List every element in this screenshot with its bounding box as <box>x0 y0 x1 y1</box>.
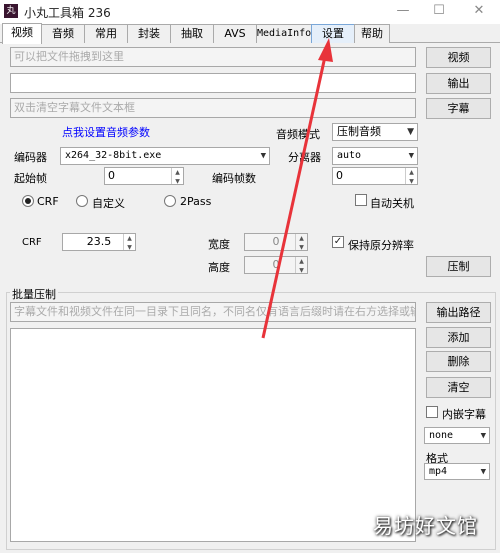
arrow-head-icon <box>318 38 333 62</box>
arrow-shaft <box>261 51 328 339</box>
annotation-arrow <box>261 38 333 339</box>
watermark-text: 易坊好文馆 <box>373 514 478 538</box>
